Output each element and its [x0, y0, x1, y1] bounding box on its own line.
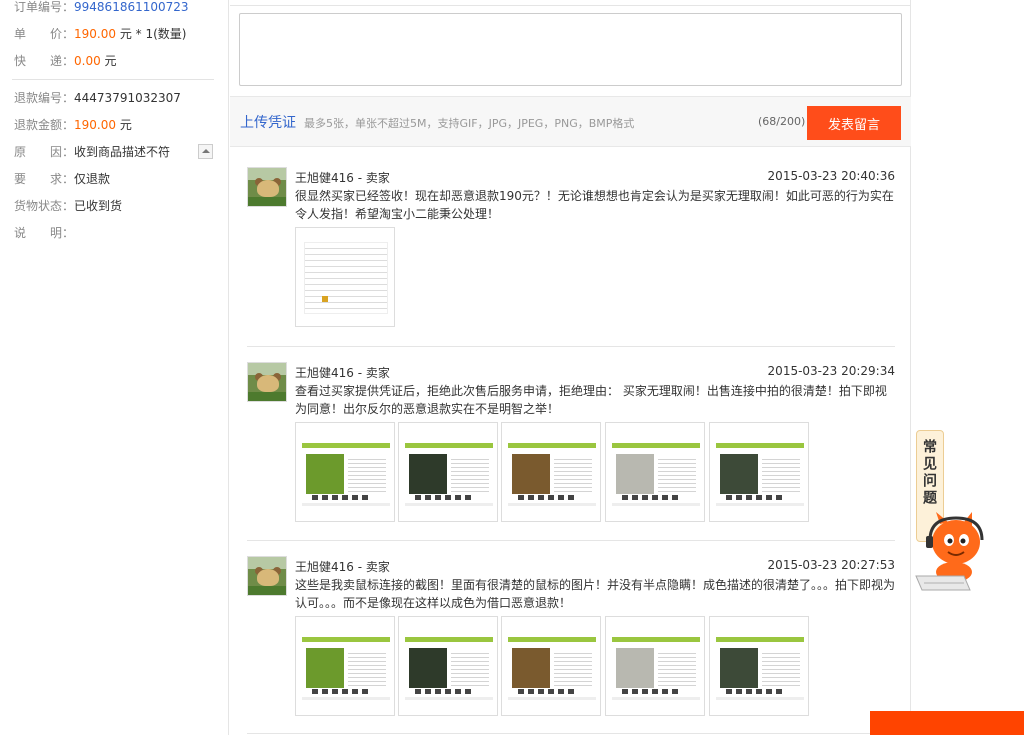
- attachment-thumbnail[interactable]: [501, 616, 601, 716]
- message-item: 王旭健416 - 卖家 2015-03-23 20:40:36 很显然买家已经签…: [247, 167, 895, 327]
- order-info-panel: 订单编号：994861861100723 单 价：190.00 元 * 1(数量…: [0, 0, 229, 735]
- message-input[interactable]: [239, 13, 902, 86]
- upload-bar: 上传凭证 最多5张，单张不超过5M，支持GIF，JPG，JPEG，PNG，BMP…: [230, 96, 911, 147]
- submit-message-button[interactable]: 发表留言: [807, 106, 901, 140]
- shipping-row: 快 递：0.00 元: [14, 52, 117, 70]
- note-row: 说 明：: [14, 224, 74, 242]
- shipping-label: 快 递：: [14, 54, 75, 68]
- upload-hint: 最多5张，单张不超过5M，支持GIF，JPG，JPEG，PNG，BMP格式: [304, 117, 635, 130]
- message-item: 王旭健416 - 卖家 2015-03-23 20:29:34 查看过买家提供凭…: [247, 362, 895, 522]
- avatar: [247, 362, 287, 402]
- collapse-up-icon[interactable]: [198, 144, 213, 159]
- price-value: 190.00: [74, 27, 117, 41]
- refund-amount-row: 退款金额：190.00 元: [14, 116, 132, 134]
- goods-status-value: 已收到货: [74, 199, 123, 213]
- message-author: 王旭健416 - 卖家: [295, 560, 390, 574]
- message-text: 这些是我卖鼠标连接的截图！里面有很清楚的鼠标的图片！并没有半点隐瞒！成色描述的很…: [295, 578, 896, 610]
- mascot-icon[interactable]: [910, 510, 990, 595]
- message-author: 王旭健416 - 卖家: [295, 171, 390, 185]
- top-border: [230, 0, 911, 6]
- avatar: [247, 167, 287, 207]
- message-divider: [247, 346, 895, 347]
- note-label: 说 明：: [14, 226, 75, 240]
- refund-no-row: 退款编号：44473791032307: [14, 89, 181, 107]
- attachment-thumbnail[interactable]: [295, 227, 395, 327]
- message-divider: [247, 733, 895, 734]
- message-text: 很显然买家已经签收！现在却恶意退款190元？！无论谁想想也肯定会认为是买家无理取…: [295, 189, 894, 221]
- attachment-thumbnail[interactable]: [295, 422, 395, 522]
- attachment-thumbnail[interactable]: [398, 616, 498, 716]
- request-row: 要 求：仅退款: [14, 170, 110, 188]
- message-time: 2015-03-23 20:40:36: [767, 169, 895, 183]
- message-time: 2015-03-23 20:27:53: [767, 558, 895, 572]
- order-divider: [12, 79, 214, 80]
- shipping-suffix: 元: [100, 54, 117, 68]
- attachment-thumbnail[interactable]: [605, 422, 705, 522]
- request-value: 仅退款: [74, 172, 111, 186]
- order-no-row: 订单编号：994861861100723: [14, 0, 189, 16]
- refund-amount-label: 退款金额：: [14, 118, 75, 132]
- message-time: 2015-03-23 20:29:34: [767, 364, 895, 378]
- goods-status-row: 货物状态：已收到货: [14, 197, 122, 215]
- request-label: 要 求：: [14, 172, 75, 186]
- price-row: 单 价：190.00 元 * 1(数量): [14, 25, 186, 43]
- attachment-thumbnail[interactable]: [295, 616, 395, 716]
- refund-no-value: 44473791032307: [74, 91, 181, 105]
- feedback-bar[interactable]: [870, 711, 1024, 735]
- attachment-thumbnail[interactable]: [709, 616, 809, 716]
- char-counter: (68/200): [758, 115, 806, 128]
- order-no-link[interactable]: 994861861100723: [74, 0, 189, 14]
- goods-status-label: 货物状态：: [14, 199, 75, 213]
- reason-label: 原 因：: [14, 145, 75, 159]
- reason-row: 原 因：收到商品描述不符: [14, 143, 170, 161]
- upload-proof-link[interactable]: 上传凭证: [240, 112, 296, 132]
- attachment-thumbnail[interactable]: [501, 422, 601, 522]
- message-area: 上传凭证 最多5张，单张不超过5M，支持GIF，JPG，JPEG，PNG，BMP…: [230, 0, 911, 735]
- order-no-label: 订单编号：: [14, 0, 75, 14]
- refund-no-label: 退款编号：: [14, 91, 75, 105]
- refund-amount-value: 190.00: [74, 118, 117, 132]
- shipping-value: 0.00: [74, 54, 101, 68]
- avatar: [247, 556, 287, 596]
- attachment-thumbnail[interactable]: [709, 422, 809, 522]
- message-author: 王旭健416 - 卖家: [295, 366, 390, 380]
- refund-amount-suffix: 元: [116, 118, 132, 132]
- reason-value: 收到商品描述不符: [74, 145, 171, 159]
- price-suffix: 元 * 1(数量): [116, 27, 187, 41]
- price-label: 单 价：: [14, 27, 75, 41]
- attachment-thumbnail[interactable]: [605, 616, 705, 716]
- message-text: 查看过买家提供凭证后，拒绝此次售后服务申请，拒绝理由： 买家无理取闹！出售连接中…: [295, 384, 887, 416]
- attachment-thumbnail[interactable]: [398, 422, 498, 522]
- message-divider: [247, 540, 895, 541]
- message-item: 王旭健416 - 卖家 2015-03-23 20:27:53 这些是我卖鼠标连…: [247, 556, 895, 721]
